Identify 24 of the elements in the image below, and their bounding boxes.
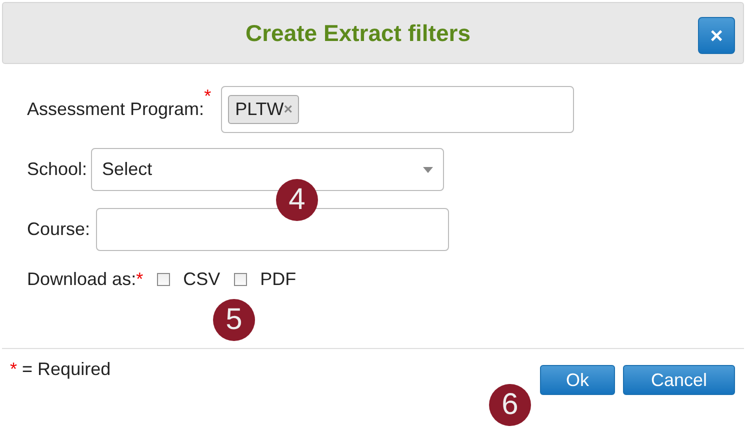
checkbox-label: CSV xyxy=(183,269,220,290)
remove-tag-icon[interactable]: × xyxy=(284,101,293,118)
callout-badge: 6 xyxy=(489,384,531,426)
field-label: Download as: xyxy=(27,269,136,290)
required-legend: = Required xyxy=(22,359,111,379)
callout-badge: 5 xyxy=(213,299,255,341)
ok-button[interactable]: Ok xyxy=(540,365,615,395)
close-button[interactable]: × xyxy=(698,17,735,54)
checkbox[interactable] xyxy=(157,273,170,286)
tag-label: PLTW xyxy=(235,99,284,120)
assessment-program-field[interactable]: PLTW× xyxy=(221,86,574,133)
field-label: Course: xyxy=(27,219,90,240)
checkbox[interactable] xyxy=(234,273,248,286)
field-label: School: xyxy=(27,159,88,180)
dropdown-value: Select xyxy=(102,159,152,180)
course-field[interactable] xyxy=(96,208,450,251)
required-mark: * xyxy=(10,359,18,379)
field-label: Assessment Program: xyxy=(27,99,204,120)
required-mark: * xyxy=(204,86,212,107)
caret-icon xyxy=(423,166,434,172)
checkbox-label: PDF xyxy=(260,269,296,290)
required-mark: * xyxy=(136,269,144,290)
cancel-button[interactable]: Cancel xyxy=(623,365,735,395)
dialog-title: Create Extract filters xyxy=(246,20,470,46)
